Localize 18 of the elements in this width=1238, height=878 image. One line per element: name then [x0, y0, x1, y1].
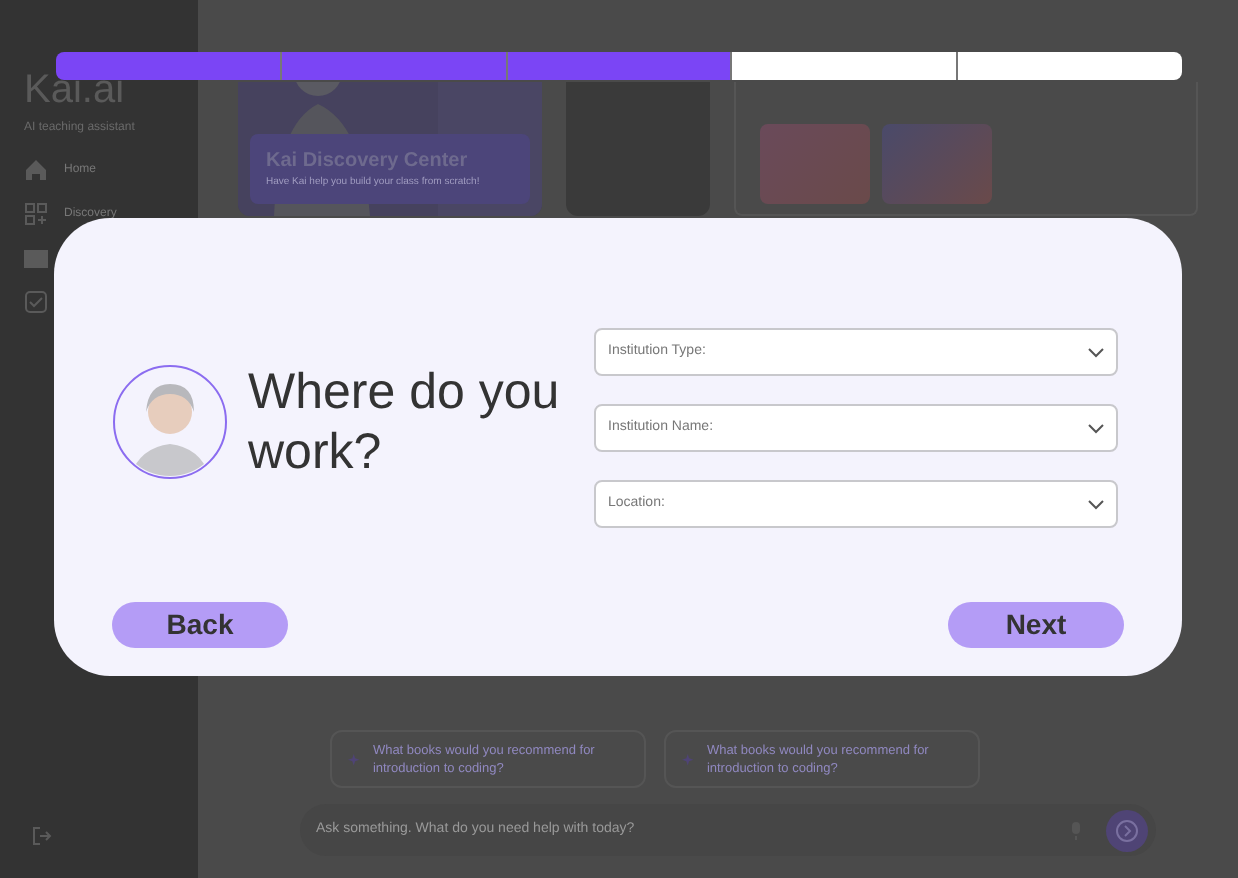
avatar	[112, 364, 228, 480]
nav-button[interactable]: Back	[112, 602, 288, 648]
card-thumbnail[interactable]	[882, 124, 992, 204]
logout-icon[interactable]	[32, 826, 52, 846]
chevron-down-icon	[1088, 423, 1104, 433]
grid-icon[interactable]	[24, 202, 48, 226]
card-thumbnail[interactable]	[760, 124, 870, 204]
sparkle-icon	[682, 750, 695, 768]
sparkle-icon	[348, 750, 361, 768]
question-heading: Where do you work?	[248, 362, 562, 482]
chevron-down-icon	[1088, 499, 1104, 509]
home-icon[interactable]	[24, 158, 48, 182]
chevron-down-icon	[1088, 347, 1104, 357]
nav-button[interactable]: Next	[948, 602, 1124, 648]
book-icon[interactable]	[24, 246, 48, 270]
checkbox-icon[interactable]	[24, 290, 48, 314]
send-button[interactable]	[1106, 809, 1148, 851]
dark-panel	[566, 82, 710, 216]
